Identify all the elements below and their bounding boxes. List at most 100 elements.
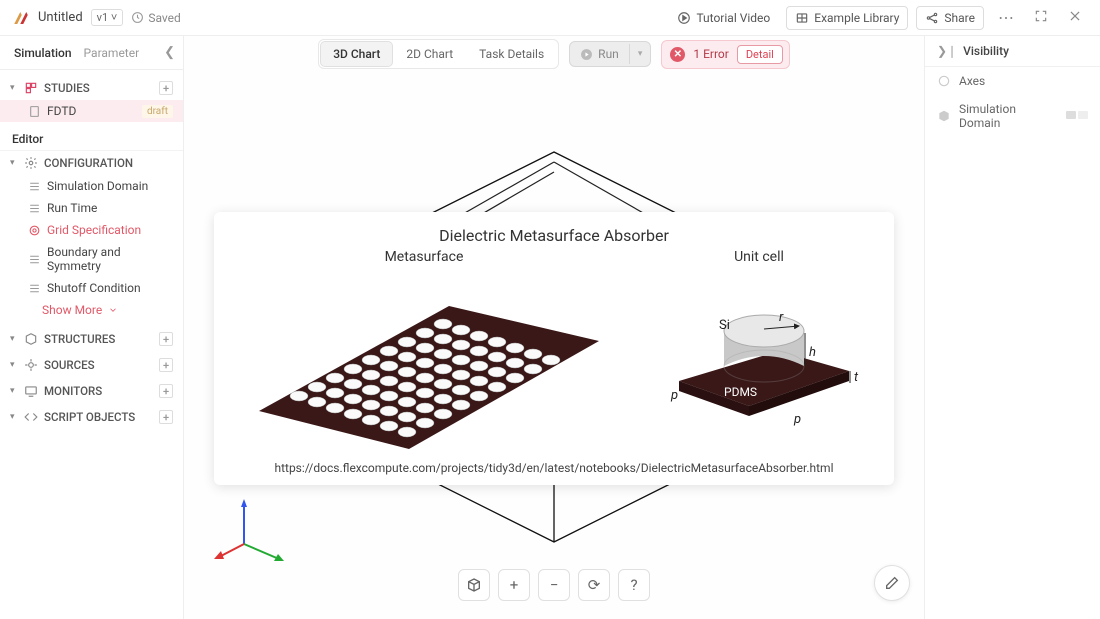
example-library-link[interactable]: Example Library xyxy=(786,6,908,30)
caret-icon: ▾ xyxy=(10,334,18,344)
left-panel-tabs: Simulation Parameter ❮ xyxy=(0,36,183,70)
fullscreen-icon[interactable] xyxy=(1028,9,1054,27)
add-source-icon[interactable]: + xyxy=(159,358,173,372)
library-label: Example Library xyxy=(814,11,899,25)
monitors-icon xyxy=(24,384,38,398)
show-more-link[interactable]: Show More xyxy=(0,299,183,325)
group-configuration: ▾ CONFIGURATION Simulation Domain Run Ti… xyxy=(0,151,183,325)
visibility-simulation-domain[interactable]: Simulation Domain xyxy=(925,95,1100,137)
config-run-time[interactable]: Run Time xyxy=(0,197,183,219)
group-scripts: ▾ SCRIPT OBJECTS + xyxy=(0,405,183,429)
chevron-down-icon xyxy=(108,305,118,315)
run-dropdown-icon[interactable]: ▾ xyxy=(629,44,651,64)
item-label: Shutoff Condition xyxy=(47,281,141,295)
add-monitor-icon[interactable]: + xyxy=(159,384,173,398)
caret-icon: ▾ xyxy=(10,158,18,168)
config-boundary[interactable]: Boundary and Symmetry xyxy=(0,241,183,277)
tab-simulation[interactable]: Simulation xyxy=(8,38,78,68)
run-button[interactable]: Run xyxy=(570,42,629,66)
caret-icon: ▾ xyxy=(10,412,18,422)
domain-toggle-icon[interactable] xyxy=(1066,109,1088,124)
refresh-view-button[interactable]: ⟳ xyxy=(578,569,610,601)
add-study-icon[interactable]: + xyxy=(159,81,173,95)
doc-title[interactable]: Untitled xyxy=(38,10,83,25)
viewport-3d[interactable]: Dielectric Metasurface Absorber Metasurf… xyxy=(184,72,924,619)
visibility-axes[interactable]: Axes xyxy=(925,67,1100,95)
unitcell-illustration: Si r h t p p PDMS xyxy=(649,271,869,431)
group-sources: ▾ SOURCES + xyxy=(0,353,183,377)
svg-text:h: h xyxy=(809,345,816,360)
edit-fab-button[interactable] xyxy=(874,565,910,601)
left-panel: Simulation Parameter ❮ ▾ STUDIES + FDTD … xyxy=(0,36,184,619)
caret-icon: ▾ xyxy=(10,386,18,396)
close-icon[interactable] xyxy=(1062,9,1088,27)
saved-status: Saved xyxy=(131,11,180,25)
config-label: CONFIGURATION xyxy=(44,156,133,170)
overlay-url: https://docs.flexcompute.com/projects/ti… xyxy=(234,461,874,475)
structures-icon xyxy=(24,332,38,346)
list-icon xyxy=(28,180,41,193)
zoom-out-button[interactable]: − xyxy=(538,569,570,601)
axes-label: Axes xyxy=(959,74,985,88)
view-controls: + − ⟳ ? xyxy=(458,569,650,601)
metasurface-label: Metasurface xyxy=(385,249,464,265)
fdtd-label: FDTD xyxy=(47,104,76,118)
error-x-icon: ✕ xyxy=(670,47,685,62)
add-structure-icon[interactable]: + xyxy=(159,332,173,346)
add-script-icon[interactable]: + xyxy=(159,410,173,424)
tutorial-label: Tutorial Video xyxy=(696,11,770,25)
sources-header[interactable]: ▾ SOURCES + xyxy=(0,353,183,377)
expand-right-icon[interactable]: ❯❘ xyxy=(937,44,957,58)
config-simulation-domain[interactable]: Simulation Domain xyxy=(0,175,183,197)
group-studies: ▾ STUDIES + FDTD draft xyxy=(0,76,183,122)
tab-2d-chart[interactable]: 2D Chart xyxy=(394,42,465,66)
item-label: Simulation Domain xyxy=(47,179,148,193)
studies-label: STUDIES xyxy=(44,81,90,95)
collapse-left-icon[interactable]: ❮ xyxy=(164,45,175,60)
studies-header[interactable]: ▾ STUDIES + xyxy=(0,76,183,100)
monitors-header[interactable]: ▾ MONITORS + xyxy=(0,379,183,403)
study-fdtd[interactable]: FDTD draft xyxy=(0,100,183,122)
svg-text:r: r xyxy=(779,310,784,325)
run-label: Run xyxy=(598,47,619,61)
domain-label: Simulation Domain xyxy=(959,102,1058,130)
center-viewport: 3D Chart 2D Chart Task Details Run ▾ ✕ 1… xyxy=(184,36,924,619)
tab-parameter[interactable]: Parameter xyxy=(78,38,146,68)
svg-text:p: p xyxy=(793,412,801,427)
unitcell-label: Unit cell xyxy=(734,249,784,265)
error-detail-button[interactable]: Detail xyxy=(737,45,783,64)
share-button[interactable]: Share xyxy=(916,6,984,30)
error-pill[interactable]: ✕ 1 Error Detail xyxy=(661,40,789,69)
zoom-in-button[interactable]: + xyxy=(498,569,530,601)
info-overlay-card: Dielectric Metasurface Absorber Metasurf… xyxy=(214,212,894,485)
more-menu-icon[interactable]: ⋯ xyxy=(992,8,1020,27)
list-icon xyxy=(28,282,41,295)
help-button[interactable]: ? xyxy=(618,569,650,601)
item-label: Run Time xyxy=(47,201,97,215)
config-grid-specification[interactable]: Grid Specification xyxy=(0,219,183,241)
structures-label: STRUCTURES xyxy=(44,332,115,346)
axis-gizmo[interactable] xyxy=(214,489,294,569)
center-toolbar: 3D Chart 2D Chart Task Details Run ▾ ✕ 1… xyxy=(184,36,924,72)
config-shutoff[interactable]: Shutoff Condition xyxy=(0,277,183,299)
view-home-button[interactable] xyxy=(458,569,490,601)
circle-icon xyxy=(937,74,951,88)
studies-icon xyxy=(24,81,38,95)
cube-icon xyxy=(937,109,951,123)
tab-task-details[interactable]: Task Details xyxy=(467,42,556,66)
visibility-header[interactable]: ❯❘ Visibility xyxy=(925,36,1100,67)
tab-3d-chart[interactable]: 3D Chart xyxy=(321,42,392,66)
scripts-header[interactable]: ▾ SCRIPT OBJECTS + xyxy=(0,405,183,429)
si-label: Si xyxy=(719,318,730,333)
play-icon xyxy=(580,48,593,61)
overlay-title: Dielectric Metasurface Absorber xyxy=(234,226,874,245)
visibility-label: Visibility xyxy=(963,44,1009,58)
saved-label: Saved xyxy=(148,11,180,25)
version-select[interactable]: v1 ˅ xyxy=(91,9,124,26)
configuration-header[interactable]: ▾ CONFIGURATION xyxy=(0,151,183,175)
structures-header[interactable]: ▾ STRUCTURES + xyxy=(0,327,183,351)
metasurface-illustration xyxy=(239,271,609,451)
chart-tabs: 3D Chart 2D Chart Task Details xyxy=(318,39,559,69)
tutorial-video-link[interactable]: Tutorial Video xyxy=(669,7,778,29)
caret-icon: ▾ xyxy=(10,360,18,370)
